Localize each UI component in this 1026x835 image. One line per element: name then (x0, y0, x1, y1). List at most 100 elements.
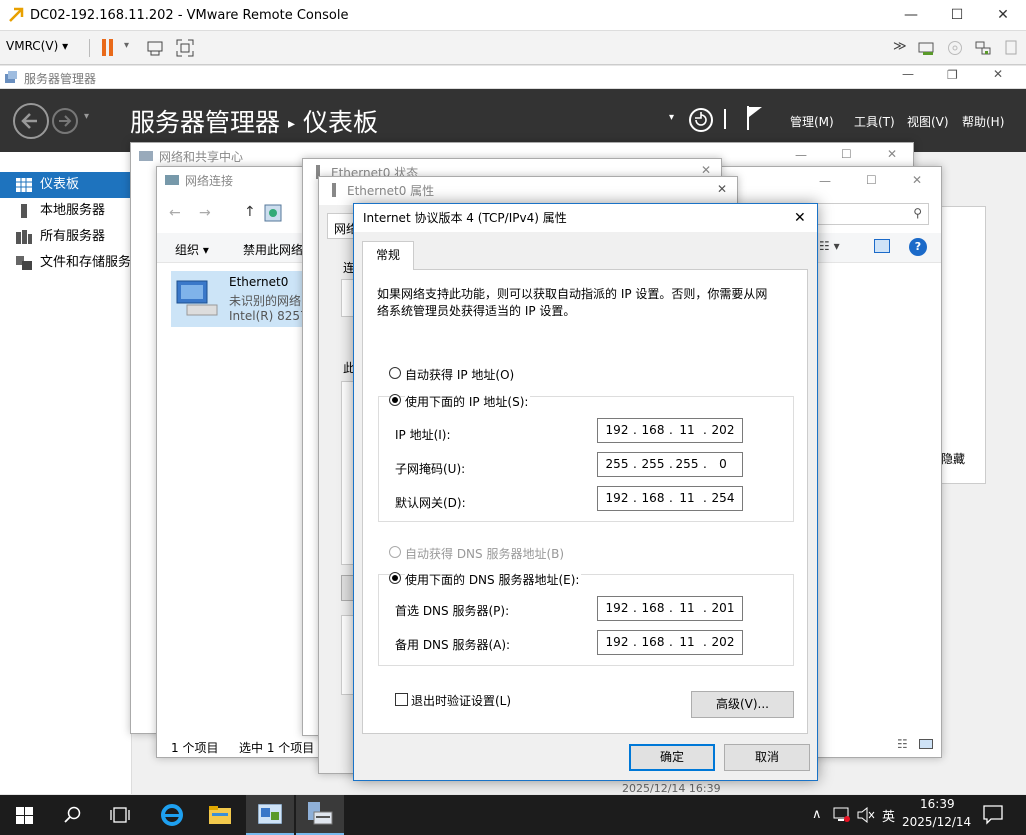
usb-icon[interactable] (1003, 40, 1019, 56)
advanced-button[interactable]: 高级(V)... (691, 691, 794, 718)
sidebar-item-local-server[interactable]: 本地服务器 (0, 198, 132, 224)
menu-help[interactable]: 帮助(H) (962, 113, 1004, 130)
search-button[interactable] (48, 795, 96, 835)
notifications-flag-icon[interactable] (745, 105, 765, 131)
nsc-close-button[interactable]: ✕ (887, 147, 897, 161)
manual-ip-radio[interactable] (389, 394, 401, 406)
change-view-icon[interactable]: ☷ ▾ (819, 239, 840, 253)
hide-link[interactable]: 隐藏 (941, 450, 965, 467)
preview-pane-icon[interactable] (874, 239, 890, 253)
default-gateway-field[interactable]: 192. 168. 11. 254 (597, 486, 743, 511)
sidebar-item-all-servers[interactable]: 所有服务器 (0, 224, 132, 250)
taskbar-network-connections[interactable] (246, 795, 294, 835)
volume-muted-icon[interactable] (857, 807, 875, 823)
nc-close-button[interactable]: ✕ (912, 173, 922, 187)
nc-up-icon[interactable]: ↑ (244, 204, 256, 220)
cancel-button[interactable]: 取消 (724, 744, 810, 771)
ip-settings-description: 如果网络支持此功能，则可以获取自动指派的 IP 设置。否则，你需要从网络系统管理… (377, 287, 768, 318)
fullscreen-icon[interactable] (176, 39, 194, 57)
auto-dns-radio[interactable] (389, 546, 401, 558)
validate-on-exit-checkbox[interactable] (395, 693, 408, 706)
auto-dns-label: 自动获得 DNS 服务器地址(B) (405, 547, 565, 561)
history-dropdown-icon[interactable]: ▾ (84, 111, 89, 122)
servers-icon (16, 230, 32, 244)
eth-props-close-button[interactable]: ✕ (717, 182, 727, 196)
manual-dns-radio[interactable] (389, 572, 401, 584)
sidebar-item-dashboard[interactable]: 仪表板 (0, 172, 132, 198)
input-method-indicator[interactable]: 英 (882, 806, 895, 825)
vmrc-menu-button[interactable]: VMRC(V) ▾ (6, 39, 68, 53)
eth-status-close-button[interactable]: ✕ (701, 163, 711, 177)
maximize-button[interactable]: ☐ (934, 0, 980, 30)
octet-3: 11 (679, 601, 695, 615)
taskbar-clock-date[interactable]: 2025/12/14 (902, 815, 971, 829)
octet-1: 255 (605, 457, 629, 471)
breadcrumb-app: 服务器管理器 (130, 108, 281, 137)
taskbar-server-manager[interactable] (296, 795, 344, 835)
menu-view[interactable]: 视图(V) (907, 113, 949, 130)
validate-on-exit-label: 退出时验证设置(L) (411, 694, 512, 708)
nc-maximize-button[interactable]: ☐ (866, 173, 877, 187)
auto-ip-radio[interactable] (389, 367, 401, 379)
taskbar: ∧ 英 16:39 2025/12/14 (0, 795, 1026, 835)
octet-1: 192 (605, 601, 629, 615)
taskbar-file-explorer[interactable] (196, 795, 244, 835)
preferred-dns-field[interactable]: 192. 168. 11. 201 (597, 596, 743, 621)
menu-manage[interactable]: 管理(M) (790, 113, 834, 130)
cdrom-icon[interactable] (947, 40, 963, 56)
show-hidden-icons[interactable]: ∧ (812, 807, 822, 822)
sm-close-button[interactable]: ✕ (993, 67, 1003, 81)
close-button[interactable]: ✕ (980, 0, 1026, 30)
nsc-maximize-button[interactable]: ☐ (841, 147, 852, 161)
nc-back-icon[interactable]: ← (169, 205, 181, 221)
octet-4: 254 (711, 491, 735, 505)
ipv4-properties-dialog: Internet 协议版本 4 (TCP/IPv4) 属性 ✕ 常规 如果网络支… (353, 203, 818, 781)
nc-minimize-button[interactable]: — (819, 174, 831, 188)
sm-minimize-button[interactable]: — (902, 67, 914, 81)
octet-2: 255 (641, 457, 665, 471)
adapter-ethernet0[interactable]: Ethernet0 未识别的网络 Intel(R) 8257 (171, 271, 321, 327)
start-button[interactable] (0, 795, 48, 835)
action-center-icon[interactable] (983, 805, 1003, 825)
internet-explorer-icon (161, 804, 183, 826)
removable-devices-icon[interactable] (917, 40, 935, 56)
disable-device-button[interactable]: 禁用此网络 (243, 241, 303, 258)
network-adapter-icon[interactable] (974, 40, 992, 56)
ok-button[interactable]: 确定 (629, 744, 715, 771)
alternate-dns-label: 备用 DNS 服务器(A): (395, 638, 511, 652)
tab-general[interactable]: 常规 (362, 241, 414, 270)
octet-4: 0 (719, 457, 727, 471)
nc-address-icon (264, 204, 282, 222)
vmrc-toolbar: VMRC(V) ▾ ▾ ≫ (0, 31, 1026, 65)
ipv4-close-button[interactable]: ✕ (794, 204, 806, 232)
sidebar-item-file-storage[interactable]: 文件和存储服务 (0, 250, 132, 276)
organize-button[interactable]: 组织 ▾ (175, 241, 209, 258)
send-ctrl-alt-del-icon[interactable] (146, 39, 164, 57)
details-view-icon[interactable]: ☷ (897, 737, 908, 751)
forward-icon[interactable] (51, 107, 79, 135)
taskbar-internet-explorer[interactable] (148, 795, 196, 835)
pause-button[interactable] (102, 39, 114, 57)
minimize-button[interactable]: — (888, 0, 934, 30)
network-tray-icon[interactable] (833, 807, 851, 823)
sm-restore-button[interactable]: ❐ (947, 68, 958, 82)
ethernet-properties-title: Ethernet0 属性 (319, 177, 737, 205)
refresh-icon[interactable] (688, 107, 714, 133)
notifications-dropdown-icon[interactable]: ▾ (669, 112, 674, 123)
ip-address-field[interactable]: 192. 168. 11. 202 (597, 418, 743, 443)
help-icon[interactable]: ? (909, 238, 927, 256)
subnet-mask-field[interactable]: 255. 255. 255. 0 (597, 452, 743, 477)
nc-forward-icon[interactable]: → (199, 205, 211, 221)
large-icons-view-icon[interactable] (919, 739, 933, 749)
menu-tools[interactable]: 工具(T) (854, 113, 895, 130)
back-icon[interactable] (12, 102, 50, 140)
taskbar-clock-time[interactable]: 16:39 (920, 797, 955, 811)
manual-ip-label: 使用下面的 IP 地址(S): (405, 393, 531, 410)
ip-address-label: IP 地址(I): (395, 428, 451, 442)
task-view-button[interactable] (96, 795, 144, 835)
nsc-minimize-button[interactable]: — (795, 148, 807, 162)
send-keys-icon[interactable]: ≫ (893, 39, 907, 54)
sidebar-item-label: 所有服务器 (40, 229, 106, 244)
pause-dropdown-icon[interactable]: ▾ (124, 40, 129, 51)
alternate-dns-field[interactable]: 192. 168. 11. 202 (597, 630, 743, 655)
